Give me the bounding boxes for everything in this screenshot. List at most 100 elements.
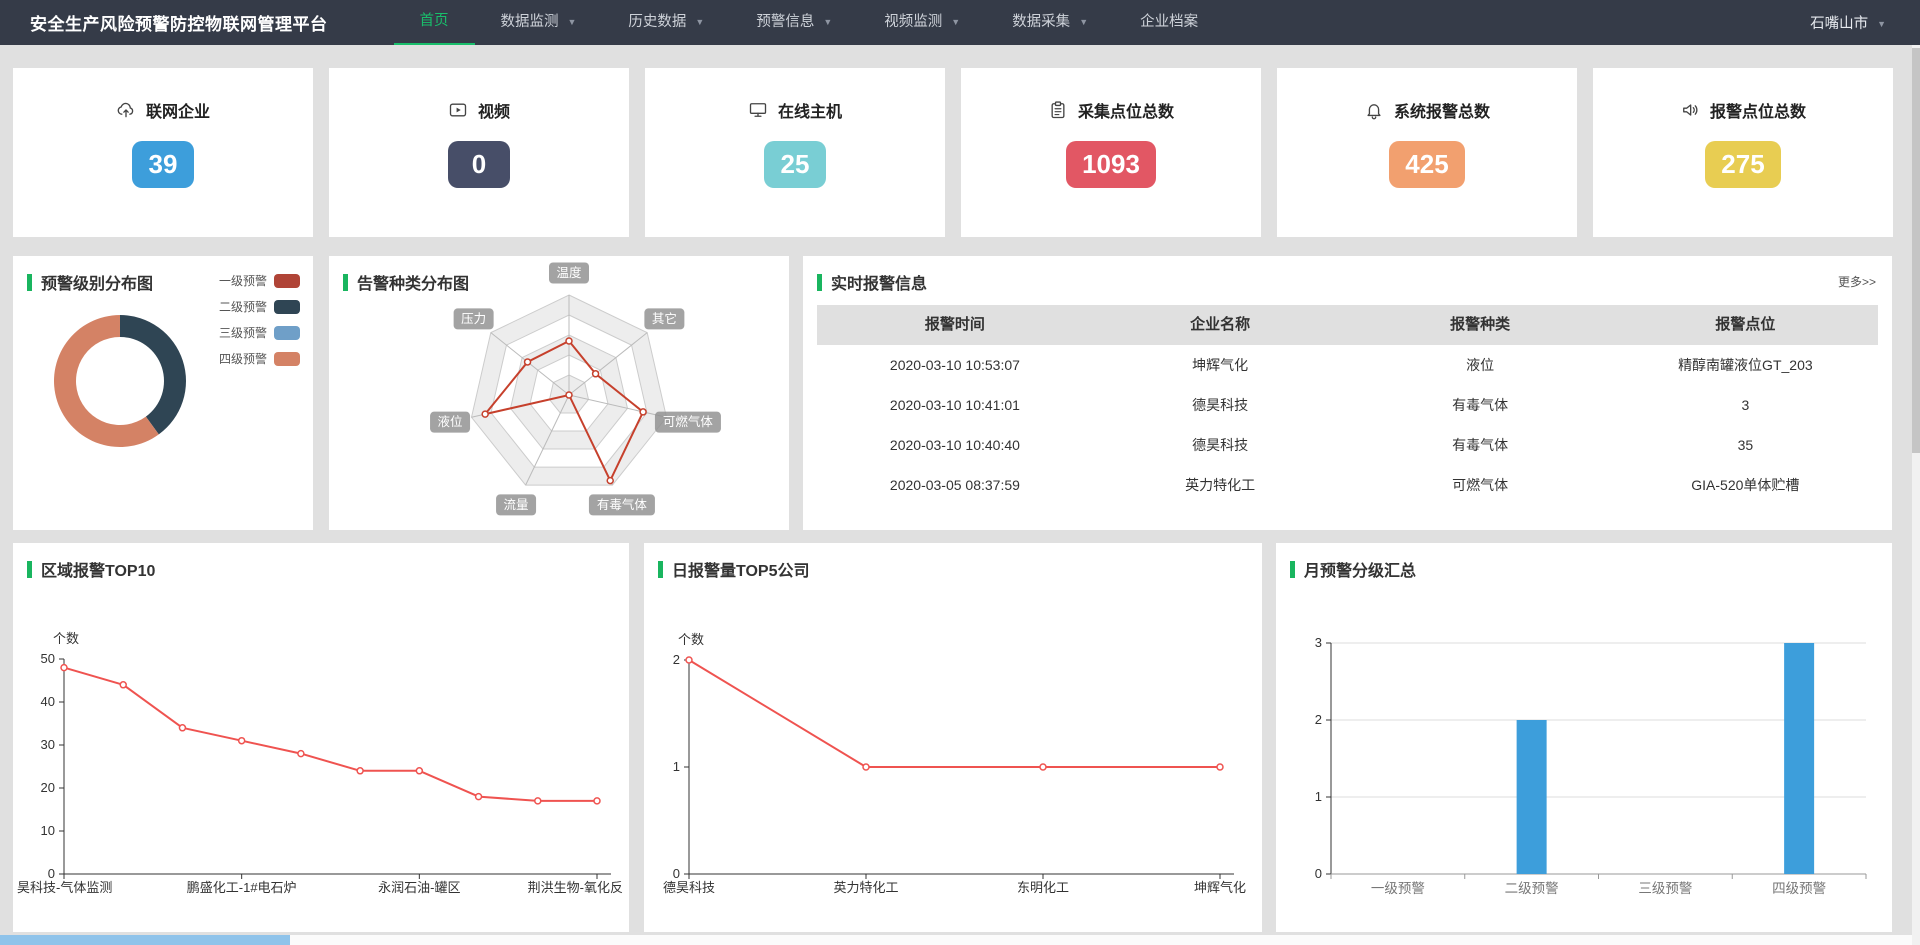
stat-card-视频: 视频 0 bbox=[329, 68, 629, 237]
svg-text:压力: 压力 bbox=[461, 312, 486, 326]
legend-label: 二级预警 bbox=[219, 298, 267, 315]
table-cell: 德昊科技 bbox=[1093, 425, 1348, 465]
table-cell: 精醇南罐液位GT_203 bbox=[1613, 345, 1878, 385]
legend-item-一级预警[interactable]: 一级预警 bbox=[219, 272, 300, 289]
monitor-icon bbox=[748, 100, 768, 120]
stat-card-联网企业: 联网企业39 bbox=[13, 68, 313, 237]
city-label: 石嘴山市 bbox=[1810, 16, 1868, 32]
svg-text:流量: 流量 bbox=[504, 498, 529, 512]
table-cell: 液位 bbox=[1347, 345, 1612, 385]
legend-label: 一级预警 bbox=[219, 272, 267, 289]
card-title-label: 月预警分级汇总 bbox=[1304, 557, 1416, 581]
table-row: 2020-03-10 10:41:01德昊科技有毒气体3 bbox=[817, 385, 1878, 425]
vertical-scrollbar-thumb[interactable] bbox=[1912, 48, 1920, 453]
region-top10-line-chart: 01020304050个数昊科技-气体监测鹏盛化工-1#电石炉永润石油-罐区荆洪… bbox=[13, 543, 629, 932]
nav-item-数据监测[interactable]: 数据监测▼ bbox=[475, 0, 603, 45]
stat-card-header: 系统报警总数 bbox=[1277, 68, 1577, 122]
monthly-summary-bar-chart: 0123一级预警二级预警三级预警四级预警 bbox=[1276, 543, 1892, 932]
legend-label: 四级预警 bbox=[219, 350, 267, 367]
horizontal-scrollbar[interactable] bbox=[0, 935, 1912, 945]
title-bar-icon bbox=[343, 274, 348, 291]
table-header-cell: 报警点位 bbox=[1613, 305, 1878, 345]
stat-card-在线主机: 在线主机25 bbox=[645, 68, 945, 237]
stat-card-value: 1093 bbox=[1066, 141, 1156, 188]
stat-card-value: 425 bbox=[1389, 141, 1464, 188]
clipboard-icon bbox=[1048, 100, 1068, 120]
svg-text:二级预警: 二级预警 bbox=[1505, 881, 1559, 896]
horizontal-scrollbar-thumb[interactable] bbox=[0, 935, 290, 945]
title-bar-icon bbox=[1290, 561, 1295, 578]
card-title: 区域报警TOP10 bbox=[27, 557, 155, 581]
table-cell: 坤辉气化 bbox=[1093, 345, 1348, 385]
chevron-down-icon: ▼ bbox=[695, 17, 704, 27]
legend-item-四级预警[interactable]: 四级预警 bbox=[219, 350, 300, 367]
more-link[interactable]: 更多>> bbox=[1838, 273, 1876, 290]
region-top10-card: 区域报警TOP10 01020304050个数昊科技-气体监测鹏盛化工-1#电石… bbox=[13, 543, 629, 932]
title-bar-icon bbox=[27, 561, 32, 578]
svg-text:个数: 个数 bbox=[53, 631, 79, 646]
legend-item-二级预警[interactable]: 二级预警 bbox=[219, 298, 300, 315]
legend-swatch bbox=[274, 300, 300, 314]
table-cell: GIA-520单体贮槽 bbox=[1613, 465, 1878, 505]
stat-value-wrap: 1093 bbox=[961, 122, 1261, 188]
nav-item-label: 企业档案 bbox=[1140, 14, 1198, 30]
card-title: 预警级别分布图 bbox=[27, 270, 153, 294]
nav-item-视频监测[interactable]: 视频监测▼ bbox=[858, 0, 986, 45]
legend-label: 三级预警 bbox=[219, 324, 267, 341]
table-header-cell: 企业名称 bbox=[1093, 305, 1348, 345]
svg-text:温度: 温度 bbox=[556, 265, 582, 280]
svg-text:2: 2 bbox=[673, 652, 680, 667]
title-bar-icon bbox=[658, 561, 663, 578]
table-row: 2020-03-05 08:37:59英力特化工可燃气体GIA-520单体贮槽 bbox=[817, 465, 1878, 505]
svg-text:1: 1 bbox=[1315, 789, 1322, 804]
card-title: 告警种类分布图 bbox=[343, 270, 469, 294]
svg-text:50: 50 bbox=[41, 651, 55, 666]
title-bar-icon bbox=[817, 274, 822, 291]
legend-swatch bbox=[274, 352, 300, 366]
stat-card-row: 联网企业39视频0在线主机25采集点位总数1093系统报警总数425报警点位总数… bbox=[13, 68, 1893, 237]
svg-text:40: 40 bbox=[41, 694, 55, 709]
stat-card-value: 0 bbox=[448, 141, 510, 188]
card-title-label: 预警级别分布图 bbox=[41, 270, 153, 294]
svg-text:三级预警: 三级预警 bbox=[1638, 881, 1692, 896]
nav-item-label: 预警信息 bbox=[756, 14, 814, 30]
svg-text:一级预警: 一级预警 bbox=[1371, 881, 1425, 896]
svg-text:永润石油-罐区: 永润石油-罐区 bbox=[378, 880, 460, 895]
card-title: 实时报警信息 bbox=[817, 270, 927, 294]
stat-card-header: 采集点位总数 bbox=[961, 68, 1261, 122]
card-title-label: 实时报警信息 bbox=[831, 270, 927, 294]
table-header-cell: 报警种类 bbox=[1347, 305, 1612, 345]
nav-item-预警信息[interactable]: 预警信息▼ bbox=[730, 0, 858, 45]
svg-text:液位: 液位 bbox=[438, 414, 463, 429]
svg-text:0: 0 bbox=[48, 866, 55, 881]
table-cell: 35 bbox=[1613, 425, 1878, 465]
svg-text:有毒气体: 有毒气体 bbox=[597, 497, 648, 512]
table-cell: 2020-03-05 08:37:59 bbox=[817, 465, 1093, 505]
table-cell: 可燃气体 bbox=[1347, 465, 1612, 505]
table-cell: 有毒气体 bbox=[1347, 425, 1612, 465]
title-bar-icon bbox=[27, 274, 32, 291]
warning-level-card: 预警级别分布图 一级预警二级预警三级预警四级预警 bbox=[13, 256, 313, 530]
stat-card-header: 视频 bbox=[329, 68, 629, 122]
top-navbar: 安全生产风险预警防控物联网管理平台 首页数据监测▼历史数据▼预警信息▼视频监测▼… bbox=[0, 0, 1920, 45]
alarm-type-card: 告警种类分布图 温度其它可燃气体有毒气体流量液位压力 bbox=[329, 256, 789, 530]
stat-value-wrap: 275 bbox=[1593, 122, 1893, 188]
svg-text:昊科技-气体监测: 昊科技-气体监测 bbox=[17, 880, 112, 895]
stat-card-label: 采集点位总数 bbox=[1078, 98, 1174, 122]
nav-item-数据采集[interactable]: 数据采集▼ bbox=[986, 0, 1114, 45]
vertical-scrollbar[interactable] bbox=[1912, 45, 1920, 945]
table-cell: 2020-03-10 10:41:01 bbox=[817, 385, 1093, 425]
table-row: 2020-03-10 10:53:07坤辉气化液位精醇南罐液位GT_203 bbox=[817, 345, 1878, 385]
nav-item-首页[interactable]: 首页 bbox=[394, 0, 475, 45]
app-title: 安全生产风险预警防控物联网管理平台 bbox=[30, 10, 328, 35]
nav-item-企业档案[interactable]: 企业档案 bbox=[1114, 0, 1224, 45]
bell-icon bbox=[1364, 100, 1384, 120]
city-selector[interactable]: 石嘴山市▼ bbox=[1810, 12, 1886, 33]
realtime-alarm-card: 实时报警信息 更多>> 报警时间企业名称报警种类报警点位2020-03-10 1… bbox=[803, 256, 1892, 530]
legend-item-三级预警[interactable]: 三级预警 bbox=[219, 324, 300, 341]
nav-item-历史数据[interactable]: 历史数据▼ bbox=[602, 0, 730, 45]
svg-text:30: 30 bbox=[41, 737, 55, 752]
donut-legend: 一级预警二级预警三级预警四级预警 bbox=[219, 272, 300, 376]
stat-card-value: 39 bbox=[132, 141, 194, 188]
svg-text:10: 10 bbox=[41, 823, 55, 838]
